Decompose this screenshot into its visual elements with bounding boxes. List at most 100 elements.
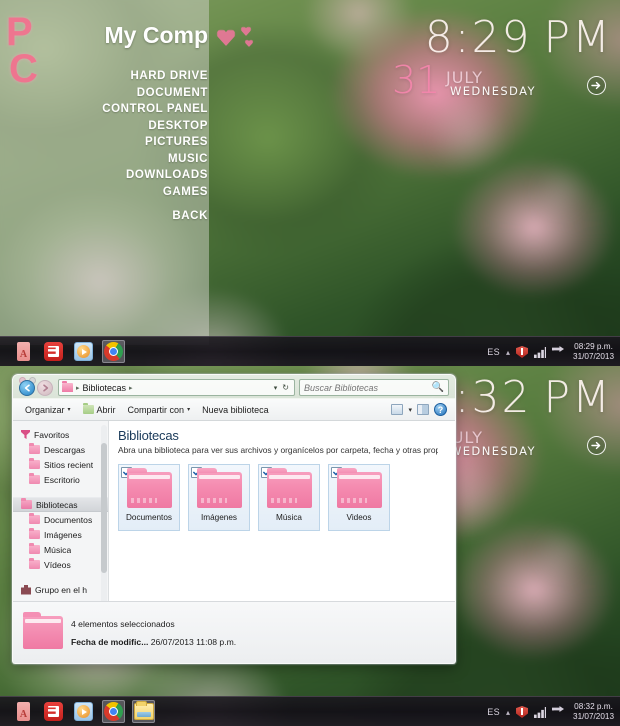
tray-time-top: 08:29 p.m. (574, 342, 613, 351)
hearts-icon (215, 24, 277, 58)
sidebar-label-sitios-recientes: Sitios recient (44, 459, 94, 470)
search-box[interactable]: 🔍 (299, 379, 449, 396)
tray-date-top: 31/07/2013 (573, 352, 614, 361)
menu-item-back[interactable]: BACK (20, 208, 208, 225)
sidebar-item-documentos[interactable]: Documentos (13, 512, 108, 527)
menu-item-hard-drive[interactable]: HARD DRIVE (20, 68, 208, 85)
tray-language-bottom[interactable]: ES (487, 707, 500, 717)
tray-chevron-up-icon-top[interactable]: ▴ (506, 348, 510, 357)
search-icon[interactable]: 🔍 (432, 382, 444, 393)
taskbar-media-app-icon-bottom[interactable] (42, 700, 65, 723)
share-with-button[interactable]: Compartir con ▾ (122, 403, 197, 417)
refresh-icon[interactable]: ↻ (282, 383, 289, 392)
folder-icon-imagenes (29, 528, 40, 539)
address-dropdown-caret-icon[interactable]: ▾ (274, 384, 278, 392)
folder-icon-escritorio (29, 473, 40, 484)
open-button[interactable]: Abrir (77, 403, 122, 417)
taskbar-adobe-reader-icon-bottom[interactable] (12, 700, 35, 723)
signal-bars-icon-top[interactable] (534, 346, 547, 358)
forward-button[interactable] (37, 379, 53, 396)
details-folder-icon (23, 612, 63, 649)
change-view-caret-icon[interactable]: ▾ (408, 406, 412, 414)
library-tile-imagenes[interactable]: Imágenes (188, 464, 250, 531)
taskbar-google-chrome-icon[interactable] (102, 340, 125, 363)
circle-arrow-right-icon-bottom[interactable] (587, 436, 606, 455)
share-with-caret-icon: ▾ (187, 407, 191, 413)
sidebar-item-grupo-en-el-hogar[interactable]: Grupo en el h (13, 582, 108, 597)
preview-pane-icon[interactable] (417, 404, 429, 415)
menu-item-pictures[interactable]: PICTURES (20, 134, 208, 151)
taskbar-google-chrome-icon-bottom[interactable] (102, 700, 125, 723)
organize-button[interactable]: Organizar ▾ (19, 403, 77, 417)
menu-item-downloads[interactable]: DOWNLOADS (20, 167, 208, 184)
tray-time-bottom: 08:32 p.m. (574, 702, 613, 711)
sidebar-label-bibliotecas: Bibliotecas (36, 499, 78, 510)
address-bar[interactable]: ▸ Bibliotecas ▸ ▾ ↻ (58, 379, 295, 396)
tray-clock-bottom[interactable]: 08:32 p.m. 31/07/2013 (573, 702, 614, 722)
back-button[interactable] (19, 379, 35, 396)
library-tile-label-documentos: Documentos (126, 513, 172, 522)
sidebar-item-descargas[interactable]: Descargas (13, 442, 108, 457)
sidebar-item-sitios-recientes[interactable]: Sitios recient (13, 457, 108, 472)
breadcrumb-current[interactable]: Bibliotecas (83, 383, 127, 393)
sidebar-item-musica[interactable]: Música (13, 542, 108, 557)
sidebar-item-favoritos[interactable]: Favoritos (13, 427, 108, 442)
taskbar-icons-top (12, 340, 125, 363)
menu-title: My Comp (104, 22, 209, 48)
sidebar-item-escritorio[interactable]: Escritorio (13, 472, 108, 487)
search-input[interactable] (304, 382, 432, 393)
taskbar-adobe-reader-icon[interactable] (12, 340, 35, 363)
details-text: 4 elementos seleccionados Fecha de modif… (71, 619, 236, 647)
menu-item-document[interactable]: DOCUMENT (20, 85, 208, 102)
date-day-top: 31 (392, 58, 441, 102)
help-icon[interactable]: ? (434, 403, 447, 416)
sidebar-label-grupo-en-el-hogar: Grupo en el h (35, 584, 88, 595)
new-library-label: Nueva biblioteca (202, 404, 269, 415)
menu-item-control-panel[interactable]: CONTROL PANEL (20, 101, 208, 118)
sidebar-item-imagenes[interactable]: Imágenes (13, 527, 108, 542)
taskbar-media-app-icon[interactable] (42, 340, 65, 363)
library-tile-musica[interactable]: Música (258, 464, 320, 531)
signal-bars-icon-bottom[interactable] (534, 706, 547, 718)
breadcrumb-separator-1[interactable]: ▸ (76, 384, 80, 392)
library-tile-label-videos: Videos (346, 513, 372, 522)
date-weekday-bottom: WEDNESDAY (450, 444, 536, 458)
sidebar-label-musica: Música (44, 544, 72, 555)
network-icon-bottom[interactable] (552, 706, 565, 712)
sidebar-item-bibliotecas[interactable]: Bibliotecas (13, 497, 108, 512)
pc-logo-line1: P (6, 10, 33, 54)
menu-item-games[interactable]: GAMES (20, 184, 208, 201)
tray-chevron-up-icon-bottom[interactable]: ▴ (506, 708, 510, 717)
new-library-button[interactable]: Nueva biblioteca (196, 403, 275, 417)
system-tray-top: ES ▴ 08:29 p.m. 31/07/2013 (487, 337, 614, 366)
security-shield-icon-bottom[interactable] (516, 706, 529, 718)
taskbar-media-player-icon[interactable] (72, 340, 95, 363)
breadcrumb-separator-2[interactable]: ▸ (129, 384, 133, 392)
taskbar-media-player-icon-bottom[interactable] (72, 700, 95, 723)
library-breadcrumb-icon (62, 381, 73, 392)
organize-label: Organizar (25, 404, 65, 415)
folder-icon-sitios-recientes (29, 458, 40, 469)
menu-item-music[interactable]: MUSIC (20, 151, 208, 168)
sidebar-gap-1 (13, 487, 108, 497)
taskbar-windows-explorer-icon[interactable] (132, 700, 155, 723)
library-tile-documentos[interactable]: Documentos (118, 464, 180, 531)
folder-icon-tile-videos (336, 468, 382, 508)
security-shield-icon-top[interactable] (516, 346, 529, 358)
change-view-icon[interactable] (391, 404, 404, 415)
heart-small-icon (245, 40, 253, 47)
tray-clock-top[interactable]: 08:29 p.m. 31/07/2013 (573, 342, 614, 362)
favorites-star-icon (21, 430, 30, 439)
sidebar-scrollbar-thumb[interactable] (101, 443, 107, 573)
menu-item-desktop[interactable]: DESKTOP (20, 118, 208, 135)
sidebar-item-videos[interactable]: Vídeos (13, 557, 108, 572)
date-weekday-top: WEDNESDAY (450, 84, 536, 98)
network-icon-top[interactable] (552, 346, 565, 352)
folder-icon-videos (29, 558, 40, 569)
selection-status: 4 elementos seleccionados (71, 618, 175, 629)
folder-icon-tile-musica (266, 468, 312, 508)
circle-arrow-right-icon[interactable] (587, 76, 606, 95)
windows-explorer-window[interactable]: ▸ Bibliotecas ▸ ▾ ↻ 🔍 Organizar ▾ Abrir (12, 374, 456, 664)
library-tile-videos[interactable]: Videos (328, 464, 390, 531)
tray-language-top[interactable]: ES (487, 347, 500, 357)
